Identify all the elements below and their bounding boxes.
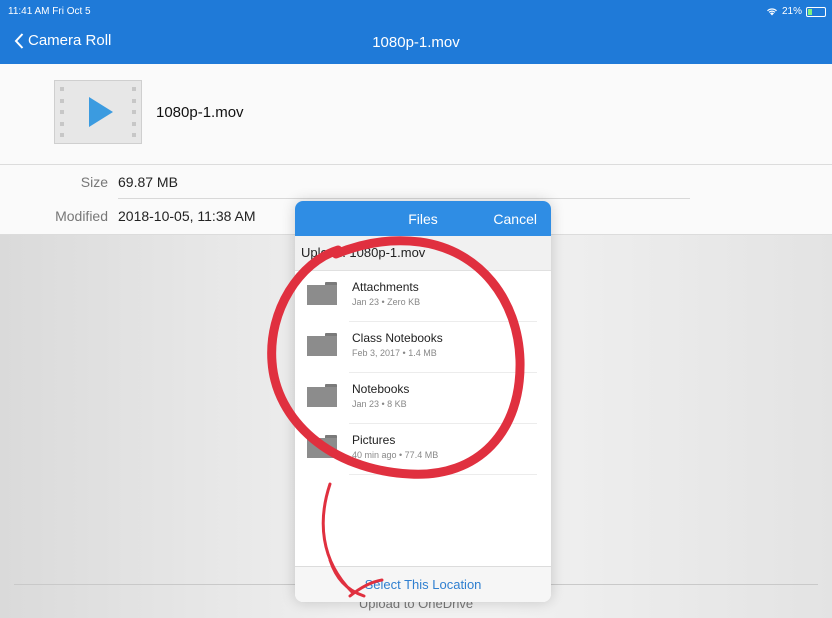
folder-name: Pictures: [352, 433, 396, 447]
status-indicators: 21%: [766, 6, 826, 17]
folder-meta: Jan 23 • 8 KB: [352, 399, 407, 409]
divider: [118, 198, 690, 199]
upload-filename: Upload: 1080p-1.mov: [295, 236, 551, 271]
folder-meta: 40 min ago • 77.4 MB: [352, 450, 439, 460]
folder-icon: [307, 384, 337, 407]
battery-icon: [806, 6, 826, 17]
folder-name: Class Notebooks: [352, 331, 443, 345]
folder-name: Attachments: [352, 280, 419, 294]
folder-item-attachments[interactable]: Attachments Jan 23 • Zero KB: [295, 271, 551, 322]
modified-value: 2018-10-05, 11:38 AM: [118, 208, 256, 224]
cancel-button[interactable]: Cancel: [493, 211, 537, 227]
size-value: 69.87 MB: [118, 174, 178, 190]
folder-icon: [307, 282, 337, 305]
folder-item-pictures[interactable]: Pictures 40 min ago • 77.4 MB: [295, 424, 551, 475]
files-picker-modal: Files Cancel Upload: 1080p-1.mov Attachm…: [295, 201, 551, 602]
folder-meta: Feb 3, 2017 • 1.4 MB: [352, 348, 437, 358]
file-name: 1080p-1.mov: [156, 104, 244, 121]
modal-footer: Select This Location: [295, 566, 551, 602]
folder-name: Notebooks: [352, 382, 410, 396]
battery-percent: 21%: [781, 6, 802, 17]
video-file-icon: [54, 80, 142, 144]
folder-icon: [307, 435, 337, 458]
modal-header: Files Cancel: [295, 201, 551, 236]
folder-meta: Jan 23 • Zero KB: [352, 297, 421, 307]
status-time: 11:41 AM Fri Oct 5: [8, 6, 91, 17]
top-navigation-bar: 11:41 AM Fri Oct 5 21% Camera Roll 1080p…: [0, 0, 832, 64]
page-title: 1080p-1.mov: [372, 34, 460, 51]
folder-icon: [307, 333, 337, 356]
select-this-location-button[interactable]: Select This Location: [295, 577, 551, 592]
folder-item-notebooks[interactable]: Notebooks Jan 23 • 8 KB: [295, 373, 551, 424]
folder-item-class-notebooks[interactable]: Class Notebooks Feb 3, 2017 • 1.4 MB: [295, 322, 551, 373]
size-label: Size: [80, 174, 108, 190]
modified-label: Modified: [55, 208, 108, 224]
wifi-icon: [767, 8, 777, 16]
